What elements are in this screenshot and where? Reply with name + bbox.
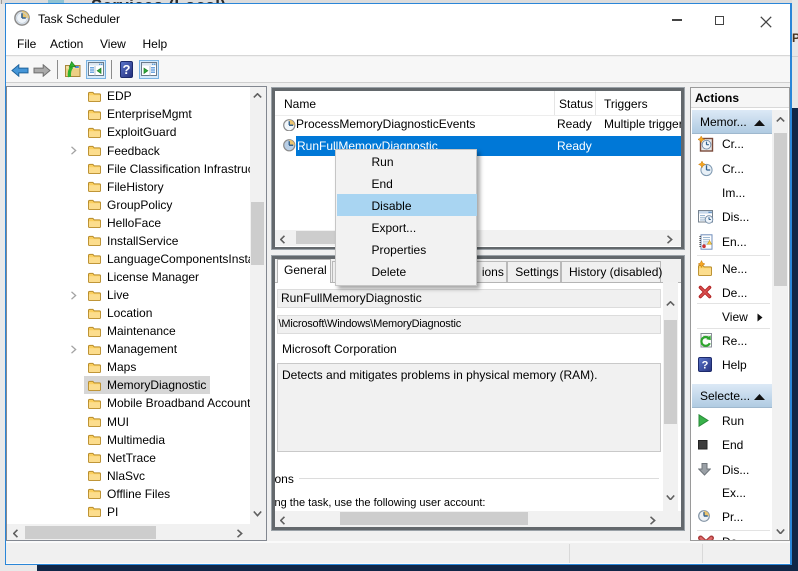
svg-text:?: ? <box>702 360 709 372</box>
svg-text:?: ? <box>122 62 130 77</box>
